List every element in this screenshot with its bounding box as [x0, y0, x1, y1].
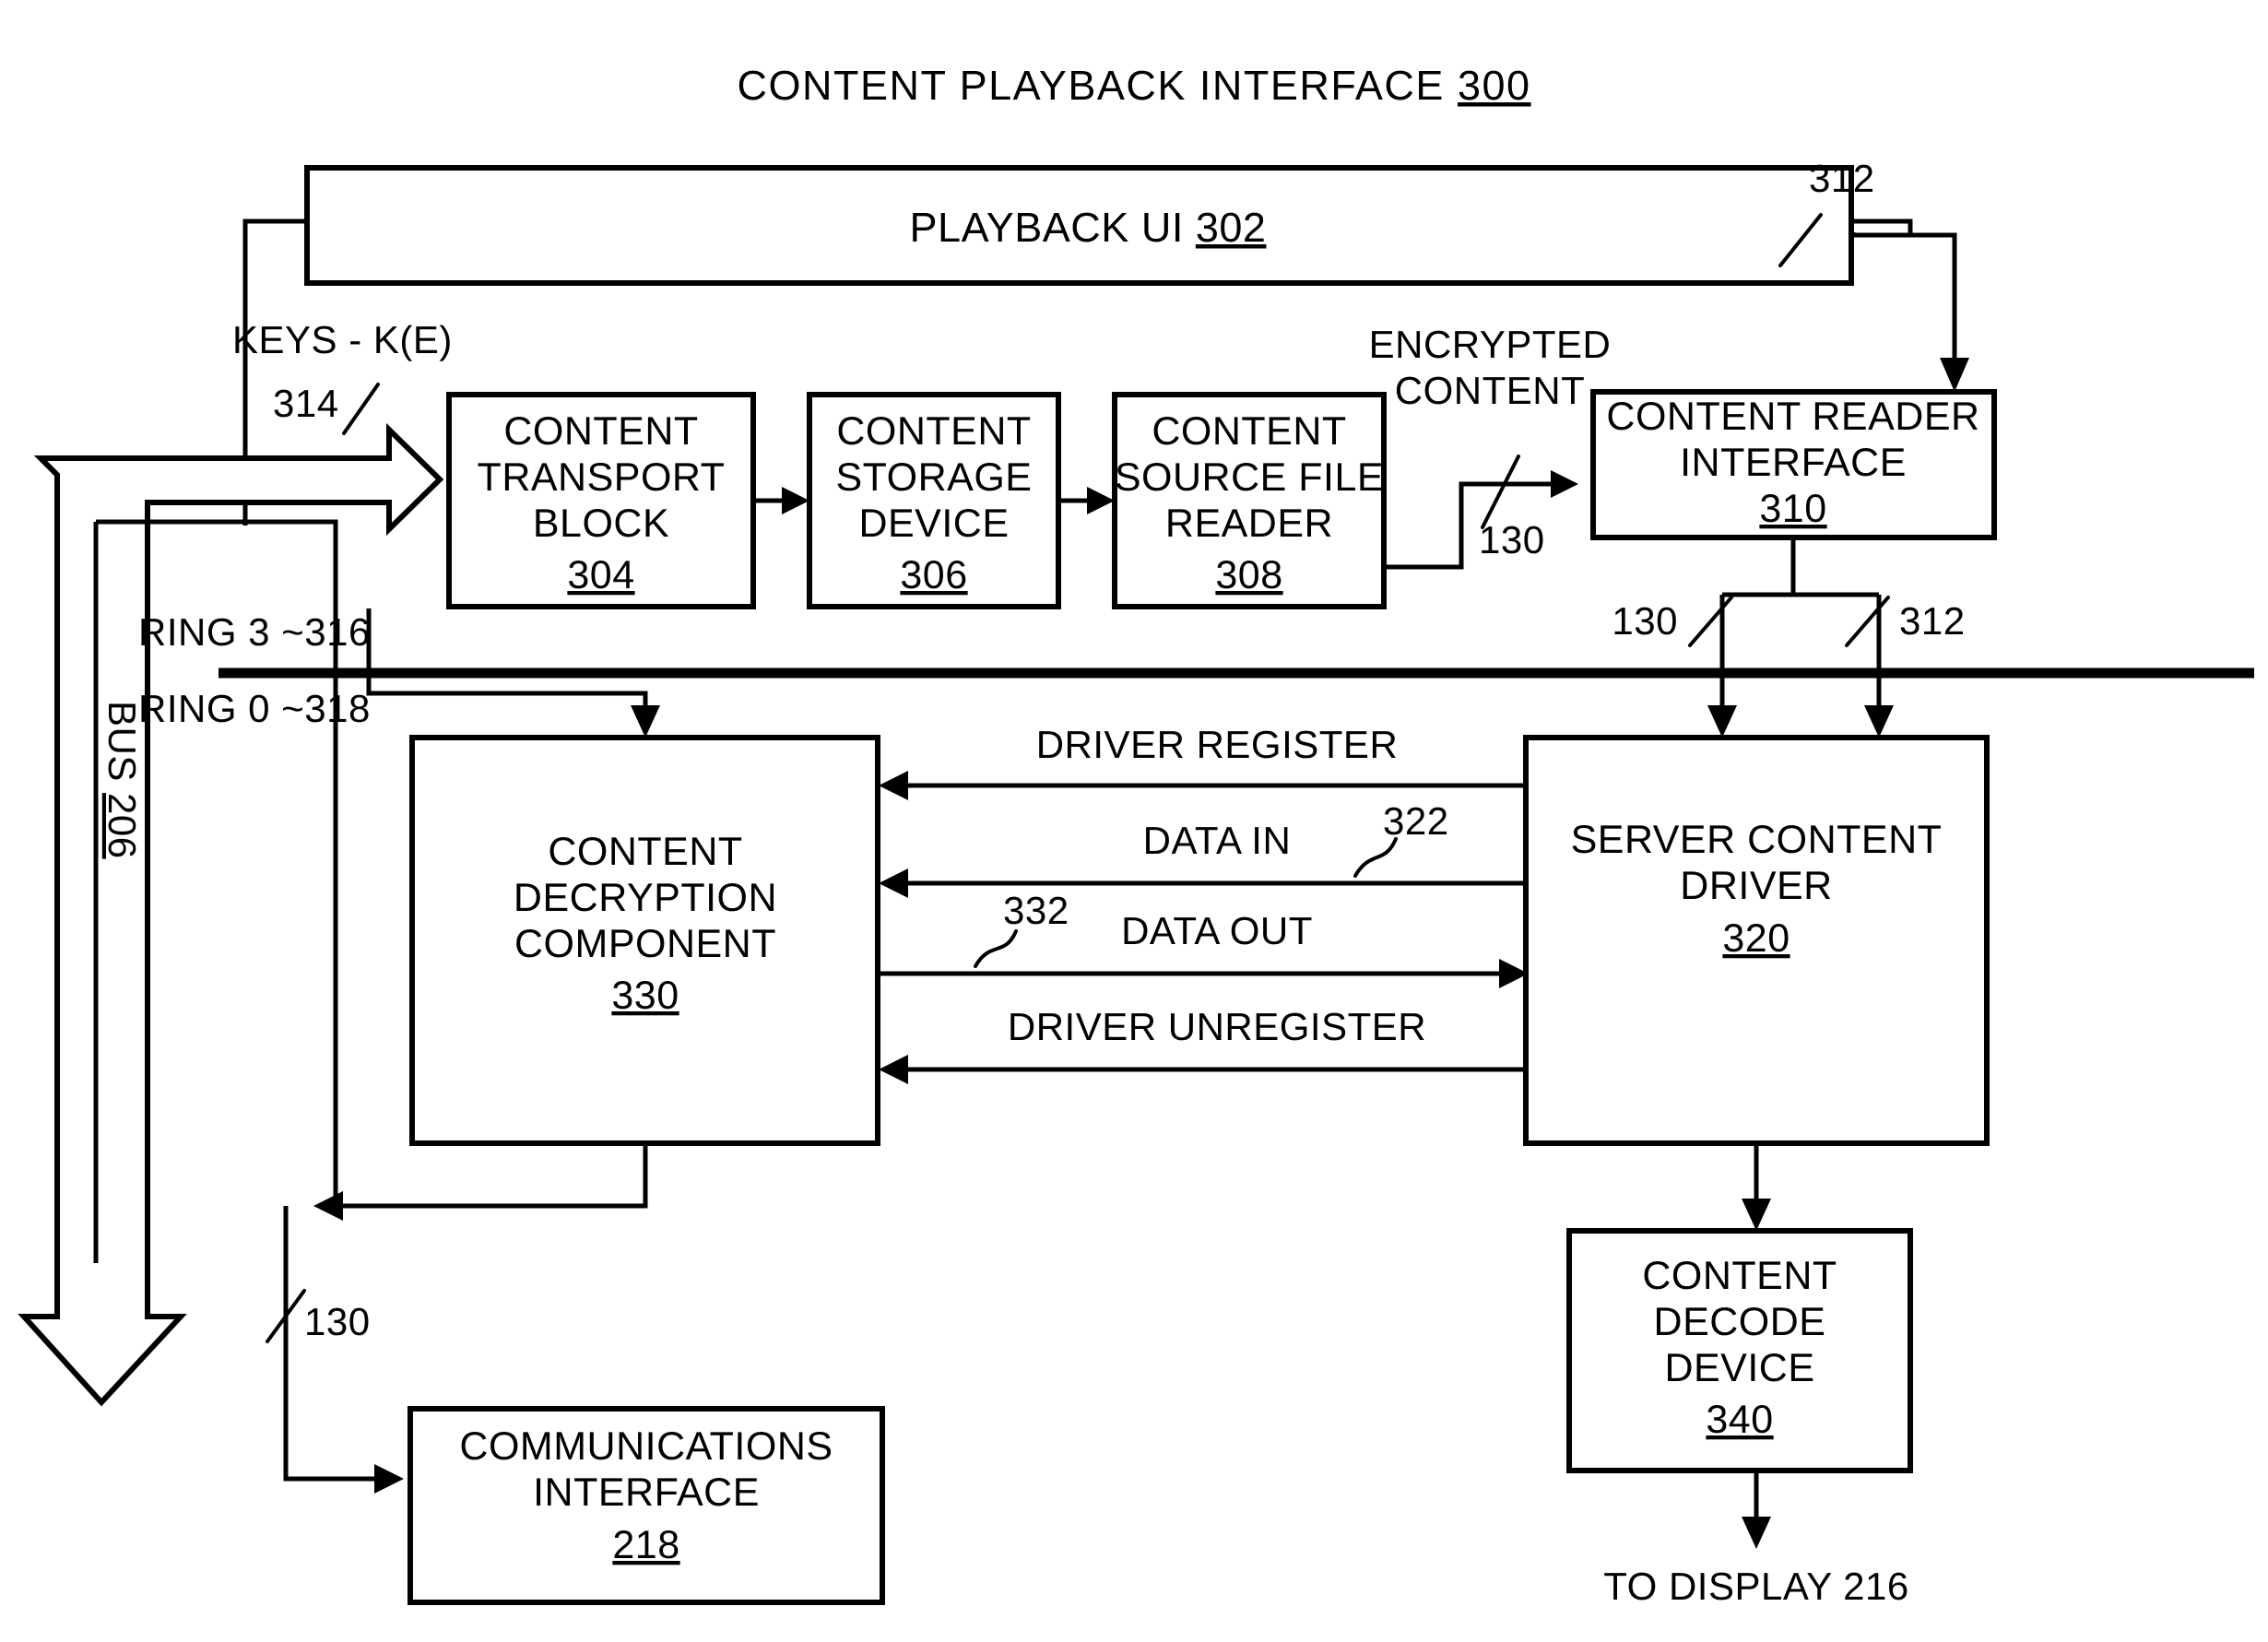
content-source-file-reader-line3: READER: [1165, 502, 1333, 546]
content-source-file-reader-line1: CONTENT: [1152, 409, 1346, 454]
content-decode-device-line1: CONTENT: [1642, 1254, 1837, 1298]
content-storage-device-ref: 306: [900, 553, 967, 597]
content-decryption-line2: DECRYPTION: [514, 876, 777, 920]
ring0-label: RING 0 ~318: [138, 687, 371, 730]
encrypted-content-line2: CONTENT: [1395, 369, 1586, 412]
content-decode-device-line2: DECODE: [1654, 1300, 1826, 1344]
decryption-to-bus-arrowhead: [313, 1191, 343, 1221]
content-reader-interface-line2: INTERFACE: [1680, 441, 1907, 485]
signal-driver-register-label: DRIVER REGISTER: [1036, 723, 1399, 766]
ref-322-leader-squiggle: [1353, 837, 1398, 878]
ring3-label: RING 3 ~316: [138, 610, 371, 654]
content-transport-block-ref: 304: [567, 553, 634, 597]
content-decode-device-line3: DEVICE: [1664, 1346, 1814, 1390]
content-reader-interface-ref: 310: [1759, 487, 1826, 531]
decode-to-display-arrowhead: [1742, 1517, 1771, 1549]
driver-to-decode-arrowhead: [1742, 1199, 1771, 1231]
playback-ui-label: PLAYBACK UI: [910, 204, 1184, 251]
ref-332-leader-squiggle: [974, 929, 1018, 968]
figure-title-ref: 300: [1458, 62, 1531, 109]
communications-interface-line1: COMMUNICATIONS: [459, 1424, 833, 1469]
figure-title: CONTENT PLAYBACK INTERFACE 300: [737, 62, 1530, 109]
signal-driver-register-arrowhead: [879, 771, 908, 800]
signal-data-out-ref-332: 332: [1003, 889, 1069, 932]
diagram-canvas: CONTENT PLAYBACK INTERFACE 300 PLAYBACK …: [18, 62, 2254, 1608]
content-storage-device-line3: DEVICE: [858, 502, 1009, 546]
transport-to-decryption-arrowhead: [631, 705, 660, 738]
signal-driver-unregister-label: DRIVER UNREGISTER: [1008, 1005, 1426, 1048]
branch-130-arrowhead: [1707, 705, 1737, 738]
server-content-driver-line1: SERVER CONTENT: [1571, 818, 1943, 862]
content-decode-device-ref: 340: [1706, 1398, 1773, 1442]
playback-ui-right-connector-seg2: [1849, 232, 1957, 373]
reader-to-interface-arrowhead: [1551, 470, 1578, 498]
communications-interface-ref: 218: [612, 1523, 679, 1567]
content-transport-block-line1: CONTENT: [503, 409, 698, 454]
encrypted-ref-130: 130: [1479, 518, 1545, 561]
playback-ui-ref: 302: [1196, 204, 1267, 251]
signal-driver-unregister-arrowhead: [879, 1055, 908, 1084]
content-decryption-line3: COMPONENT: [514, 922, 776, 966]
ref-314-slash-tick: [342, 383, 380, 435]
signal-data-in-label: DATA IN: [1143, 819, 1292, 862]
ref-130-driver-slash-tick: [1688, 596, 1733, 647]
bus-to-comms-arrowhead: [374, 1464, 404, 1494]
branch-312-arrowhead: [1864, 705, 1894, 738]
content-source-file-reader-line2: SOURCE FILE: [1115, 455, 1384, 500]
bus-ref: 206: [100, 793, 144, 859]
content-storage-device-line1: CONTENT: [836, 409, 1031, 454]
content-storage-device-line2: STORAGE: [836, 455, 1033, 500]
storage-to-reader-arrowhead: [1087, 487, 1115, 514]
driver-ref-130: 130: [1612, 599, 1678, 643]
bus-label: BUS: [100, 701, 144, 782]
server-content-driver-line2: DRIVER: [1680, 864, 1832, 908]
content-decryption-line1: CONTENT: [548, 830, 742, 874]
decryption-to-bus-line: [336, 1143, 648, 1209]
figure-title-text: CONTENT PLAYBACK INTERFACE 300: [737, 62, 1530, 109]
keys-label: KEYS - K(E): [232, 318, 453, 361]
transport-to-storage-arrowhead: [782, 487, 809, 514]
playback-ui-to-reader-arrowhead: [1940, 358, 1969, 392]
content-transport-block-line2: TRANSPORT: [478, 455, 726, 500]
keys-ref-314: 314: [273, 382, 339, 425]
bus-label-text: BUS 206: [100, 701, 144, 859]
server-content-driver-ref: 320: [1722, 916, 1790, 961]
content-reader-interface-line1: CONTENT READER: [1606, 395, 1979, 439]
signal-data-out-label: DATA OUT: [1121, 909, 1313, 952]
ref-130-encrypted-slash-tick: [1481, 455, 1520, 529]
communications-interface-line2: INTERFACE: [533, 1471, 760, 1515]
signal-data-in-arrowhead: [879, 868, 908, 898]
signal-data-in-ref-322: 322: [1383, 799, 1449, 843]
driver-ref-312: 312: [1899, 599, 1966, 643]
comms-ref-130: 130: [304, 1300, 371, 1343]
transport-to-decryption-connector: [366, 608, 648, 719]
content-transport-block-line3: BLOCK: [533, 502, 669, 546]
encrypted-content-line1: ENCRYPTED: [1369, 323, 1612, 366]
bus-hollow-arrow: [18, 422, 444, 1407]
patent-figure: CONTENT PLAYBACK INTERFACE 300 PLAYBACK …: [0, 0, 2268, 1642]
bus-label-group: BUS 206: [100, 701, 144, 859]
playback-ui-text: PLAYBACK UI 302: [910, 204, 1267, 251]
content-decryption-ref: 330: [611, 974, 679, 1018]
ref-312-driver-slash-tick: [1845, 596, 1890, 647]
ref-312-top-label: 312: [1809, 157, 1875, 200]
content-source-file-reader-ref: 308: [1215, 553, 1282, 597]
figure-title-label: CONTENT PLAYBACK INTERFACE: [737, 62, 1444, 109]
to-display-label: TO DISPLAY 216: [1603, 1565, 1909, 1608]
